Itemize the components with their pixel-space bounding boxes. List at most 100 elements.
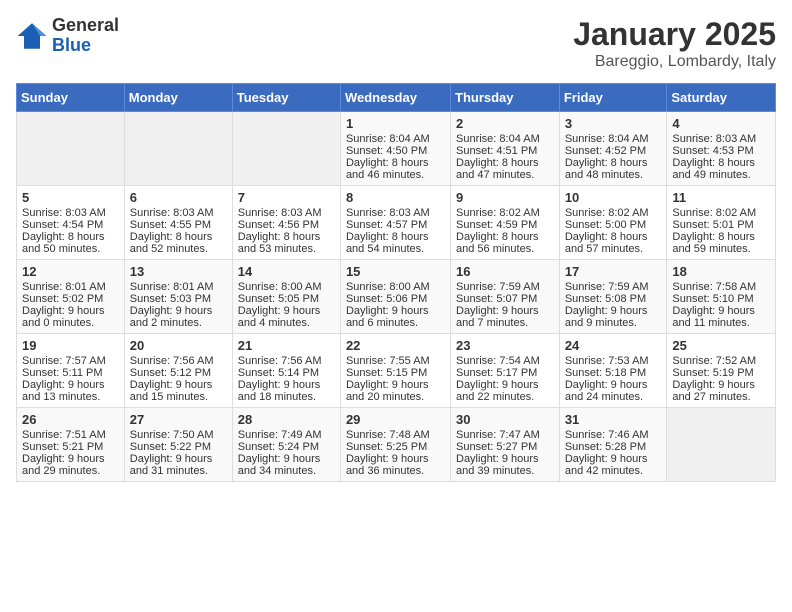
- title-area: January 2025 Bareggio, Lombardy, Italy: [573, 16, 776, 71]
- sunrise-text: Sunrise: 8:02 AM: [672, 207, 770, 219]
- sunrise-text: Sunrise: 7:55 AM: [346, 355, 445, 367]
- sunrise-text: Sunrise: 7:54 AM: [456, 355, 554, 367]
- sunrise-text: Sunrise: 7:47 AM: [456, 429, 554, 441]
- calendar-cell: 12Sunrise: 8:01 AMSunset: 5:02 PMDayligh…: [17, 260, 125, 334]
- calendar-header-friday: Friday: [559, 84, 667, 112]
- sunrise-text: Sunrise: 8:03 AM: [22, 207, 119, 219]
- sunrise-text: Sunrise: 7:59 AM: [565, 281, 662, 293]
- sunset-text: Sunset: 5:11 PM: [22, 367, 119, 379]
- day-number: 29: [346, 412, 445, 427]
- day-number: 13: [130, 264, 227, 279]
- daylight-text: Daylight: 8 hours and 56 minutes.: [456, 231, 554, 255]
- calendar-cell: 13Sunrise: 8:01 AMSunset: 5:03 PMDayligh…: [124, 260, 232, 334]
- sunset-text: Sunset: 5:21 PM: [22, 441, 119, 453]
- daylight-text: Daylight: 9 hours and 34 minutes.: [238, 453, 335, 477]
- sunset-text: Sunset: 4:52 PM: [565, 145, 662, 157]
- calendar-cell: 20Sunrise: 7:56 AMSunset: 5:12 PMDayligh…: [124, 334, 232, 408]
- sunset-text: Sunset: 5:15 PM: [346, 367, 445, 379]
- sunset-text: Sunset: 5:14 PM: [238, 367, 335, 379]
- daylight-text: Daylight: 8 hours and 50 minutes.: [22, 231, 119, 255]
- calendar-cell: 14Sunrise: 8:00 AMSunset: 5:05 PMDayligh…: [232, 260, 340, 334]
- calendar-cell: 8Sunrise: 8:03 AMSunset: 4:57 PMDaylight…: [340, 186, 450, 260]
- calendar-header-monday: Monday: [124, 84, 232, 112]
- sunrise-text: Sunrise: 7:46 AM: [565, 429, 662, 441]
- day-number: 25: [672, 338, 770, 353]
- calendar-cell: 7Sunrise: 8:03 AMSunset: 4:56 PMDaylight…: [232, 186, 340, 260]
- calendar-cell: 4Sunrise: 8:03 AMSunset: 4:53 PMDaylight…: [667, 112, 776, 186]
- day-number: 24: [565, 338, 662, 353]
- sunset-text: Sunset: 4:50 PM: [346, 145, 445, 157]
- daylight-text: Daylight: 9 hours and 13 minutes.: [22, 379, 119, 403]
- sunset-text: Sunset: 4:57 PM: [346, 219, 445, 231]
- sunrise-text: Sunrise: 7:48 AM: [346, 429, 445, 441]
- daylight-text: Daylight: 9 hours and 20 minutes.: [346, 379, 445, 403]
- calendar-header-wednesday: Wednesday: [340, 84, 450, 112]
- day-number: 18: [672, 264, 770, 279]
- daylight-text: Daylight: 9 hours and 27 minutes.: [672, 379, 770, 403]
- calendar-cell: 18Sunrise: 7:58 AMSunset: 5:10 PMDayligh…: [667, 260, 776, 334]
- daylight-text: Daylight: 9 hours and 0 minutes.: [22, 305, 119, 329]
- day-number: 2: [456, 116, 554, 131]
- day-number: 21: [238, 338, 335, 353]
- logo-text: General Blue: [52, 16, 119, 56]
- calendar-header-saturday: Saturday: [667, 84, 776, 112]
- calendar-cell: 17Sunrise: 7:59 AMSunset: 5:08 PMDayligh…: [559, 260, 667, 334]
- sunset-text: Sunset: 4:54 PM: [22, 219, 119, 231]
- daylight-text: Daylight: 9 hours and 31 minutes.: [130, 453, 227, 477]
- calendar-cell: 30Sunrise: 7:47 AMSunset: 5:27 PMDayligh…: [451, 408, 560, 482]
- day-number: 22: [346, 338, 445, 353]
- logo-general: General: [52, 15, 119, 35]
- daylight-text: Daylight: 8 hours and 53 minutes.: [238, 231, 335, 255]
- calendar-cell: 1Sunrise: 8:04 AMSunset: 4:50 PMDaylight…: [340, 112, 450, 186]
- daylight-text: Daylight: 9 hours and 11 minutes.: [672, 305, 770, 329]
- calendar-cell: 27Sunrise: 7:50 AMSunset: 5:22 PMDayligh…: [124, 408, 232, 482]
- sunset-text: Sunset: 5:24 PM: [238, 441, 335, 453]
- sunrise-text: Sunrise: 7:50 AM: [130, 429, 227, 441]
- sunset-text: Sunset: 5:01 PM: [672, 219, 770, 231]
- calendar-cell: 3Sunrise: 8:04 AMSunset: 4:52 PMDaylight…: [559, 112, 667, 186]
- day-number: 20: [130, 338, 227, 353]
- sunrise-text: Sunrise: 7:56 AM: [238, 355, 335, 367]
- calendar-cell: 23Sunrise: 7:54 AMSunset: 5:17 PMDayligh…: [451, 334, 560, 408]
- calendar-cell: 9 Sunrise: 8:02 AMSunset: 4:59 PMDaylight…: [451, 186, 560, 260]
- day-number: 17: [565, 264, 662, 279]
- calendar-cell: 26Sunrise: 7:51 AMSunset: 5:21 PMDayligh…: [17, 408, 125, 482]
- sunset-text: Sunset: 5:06 PM: [346, 293, 445, 305]
- month-title: January 2025: [573, 16, 776, 53]
- sunrise-text: Sunrise: 7:59 AM: [456, 281, 554, 293]
- sunrise-text: Sunrise: 8:02 AM: [456, 207, 554, 219]
- calendar-cell: 29Sunrise: 7:48 AMSunset: 5:25 PMDayligh…: [340, 408, 450, 482]
- day-number: 1: [346, 116, 445, 131]
- calendar-cell: 25Sunrise: 7:52 AMSunset: 5:19 PMDayligh…: [667, 334, 776, 408]
- day-number: 30: [456, 412, 554, 427]
- day-number: 5: [22, 190, 119, 205]
- sunrise-text: Sunrise: 8:02 AM: [565, 207, 662, 219]
- sunset-text: Sunset: 5:18 PM: [565, 367, 662, 379]
- sunset-text: Sunset: 5:08 PM: [565, 293, 662, 305]
- day-number: 14: [238, 264, 335, 279]
- sunrise-text: Sunrise: 8:00 AM: [238, 281, 335, 293]
- sunrise-text: Sunrise: 8:04 AM: [456, 133, 554, 145]
- calendar-cell: 2Sunrise: 8:04 AMSunset: 4:51 PMDaylight…: [451, 112, 560, 186]
- calendar-cell: [17, 112, 125, 186]
- calendar-cell: 19Sunrise: 7:57 AMSunset: 5:11 PMDayligh…: [17, 334, 125, 408]
- day-number: 6: [130, 190, 227, 205]
- calendar-cell: 16Sunrise: 7:59 AMSunset: 5:07 PMDayligh…: [451, 260, 560, 334]
- sunset-text: Sunset: 5:10 PM: [672, 293, 770, 305]
- sunset-text: Sunset: 5:27 PM: [456, 441, 554, 453]
- day-number: 3: [565, 116, 662, 131]
- sunrise-text: Sunrise: 8:03 AM: [238, 207, 335, 219]
- calendar-cell: 6Sunrise: 8:03 AMSunset: 4:55 PMDaylight…: [124, 186, 232, 260]
- daylight-text: Daylight: 9 hours and 22 minutes.: [456, 379, 554, 403]
- daylight-text: Daylight: 9 hours and 36 minutes.: [346, 453, 445, 477]
- day-number: 9: [456, 190, 554, 205]
- daylight-text: Daylight: 8 hours and 48 minutes.: [565, 157, 662, 181]
- calendar-week-4: 19Sunrise: 7:57 AMSunset: 5:11 PMDayligh…: [17, 334, 776, 408]
- sunset-text: Sunset: 5:02 PM: [22, 293, 119, 305]
- sunrise-text: Sunrise: 7:52 AM: [672, 355, 770, 367]
- calendar-week-2: 5Sunrise: 8:03 AMSunset: 4:54 PMDaylight…: [17, 186, 776, 260]
- sunset-text: Sunset: 4:59 PM: [456, 219, 554, 231]
- day-number: 15: [346, 264, 445, 279]
- sunset-text: Sunset: 5:05 PM: [238, 293, 335, 305]
- calendar-header-sunday: Sunday: [17, 84, 125, 112]
